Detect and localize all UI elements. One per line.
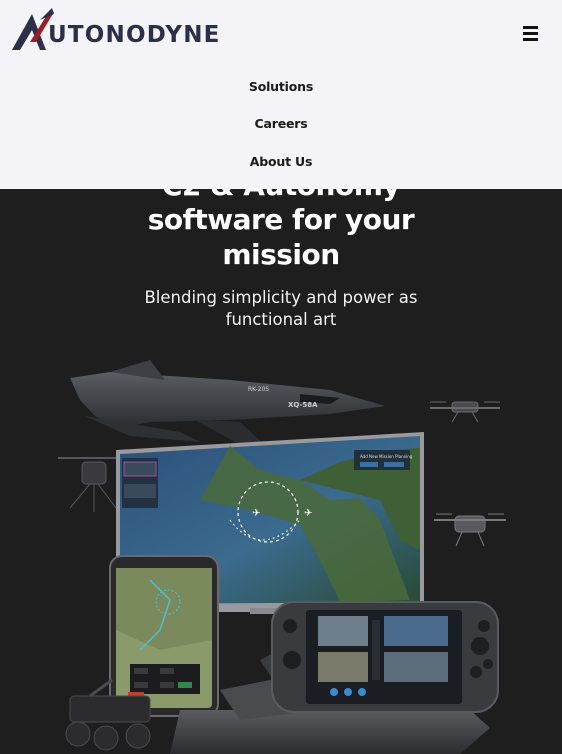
hamburger-menu-icon[interactable]	[520, 22, 544, 44]
plane-icon: ✈	[304, 508, 312, 519]
menu-item-about-us[interactable]: About Us	[0, 153, 562, 171]
jet-aircraft: RK-205 XQ-58A	[70, 360, 385, 450]
hero-subtitle-line-2: functional art	[225, 310, 337, 329]
menu-item-solutions[interactable]: Solutions	[0, 78, 562, 96]
menu-item-careers[interactable]: Careers	[0, 115, 562, 133]
products-illustration: RK-205 XQ-58A ✈ ✈ Add New Mission Planni…	[58, 360, 506, 754]
tablet-device	[109, 555, 219, 717]
hero-title-line-3: mission	[222, 238, 340, 271]
site-header: UTONODYNE Solutions Careers About Us	[0, 0, 562, 189]
quadcopter-drone-1	[430, 401, 500, 423]
jet-tail-code-2: XQ-58A	[288, 401, 318, 409]
hero-subtitle-line-1: Blending simplicity and power as	[144, 288, 418, 307]
quadcopter-drone-2	[434, 513, 506, 547]
hero-title-line-2: software for your	[147, 203, 415, 236]
plane-icon: ✈	[252, 508, 260, 519]
brand-logo[interactable]: UTONODYNE	[10, 8, 230, 54]
jet-tail-code-1: RK-205	[248, 386, 269, 393]
handheld-controller	[271, 601, 499, 713]
monitor-panel-title: Add New Mission Planning	[360, 454, 413, 459]
brand-name: UTONODYNE	[48, 22, 221, 48]
